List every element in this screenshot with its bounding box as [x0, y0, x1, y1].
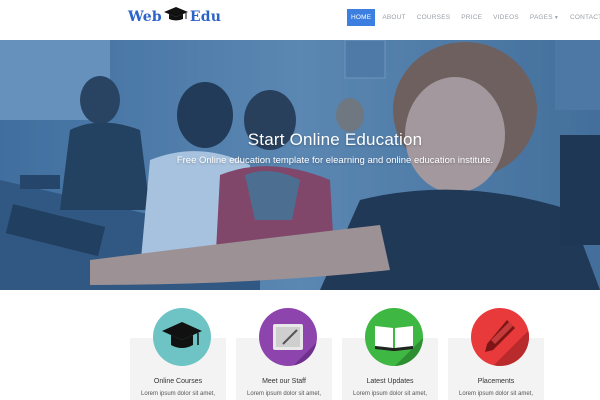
chevron-down-icon: ▼	[553, 15, 559, 21]
site-header: Web Edu HOME ABOUT COURSES PRICE VIDEOS …	[0, 0, 600, 40]
nav-pages[interactable]: PAGES▼	[526, 9, 563, 26]
hero-banner: Start Online Education Free Online educa…	[0, 40, 600, 290]
logo-word-web: Web	[128, 9, 162, 25]
open-book-icon	[365, 308, 423, 366]
main-nav: HOME ABOUT COURSES PRICE VIDEOS PAGES▼ C…	[347, 9, 600, 26]
hero-subtitle: Free Online education template for elear…	[176, 155, 494, 166]
nav-courses[interactable]: COURSES	[413, 9, 455, 26]
nav-videos[interactable]: VIDEOS	[489, 9, 523, 26]
feature-text: Lorem ipsum dolor sit amet,	[246, 391, 322, 397]
feature-title: Latest Updates	[366, 378, 414, 385]
feature-text: Lorem ipsum dolor sit amet,	[458, 391, 534, 397]
nav-about[interactable]: ABOUT	[378, 9, 409, 26]
feature-title: Meet our Staff	[262, 378, 306, 385]
logo-word-edu: Edu	[189, 9, 222, 25]
site-logo[interactable]: Web Edu	[128, 7, 222, 25]
feature-text: Lorem ipsum dolor sit amet,	[140, 391, 216, 397]
features-section: Online Courses Lorem ipsum dolor sit ame…	[0, 290, 600, 400]
nav-home[interactable]: HOME	[347, 9, 376, 26]
pen-icon	[471, 308, 529, 366]
nav-contact[interactable]: CONTACT	[566, 9, 600, 26]
graduation-cap-logo-icon	[163, 7, 188, 21]
nav-price[interactable]: PRICE	[457, 9, 486, 26]
graduation-cap-icon	[153, 308, 211, 366]
feature-title: Online Courses	[153, 378, 203, 385]
tablet-pen-icon	[259, 308, 317, 366]
feature-text: Lorem ipsum dolor sit amet,	[352, 391, 428, 397]
hero-title: Start Online Education	[247, 130, 423, 149]
feature-title: Placements	[477, 378, 515, 385]
nav-pages-label: PAGES	[529, 14, 553, 21]
